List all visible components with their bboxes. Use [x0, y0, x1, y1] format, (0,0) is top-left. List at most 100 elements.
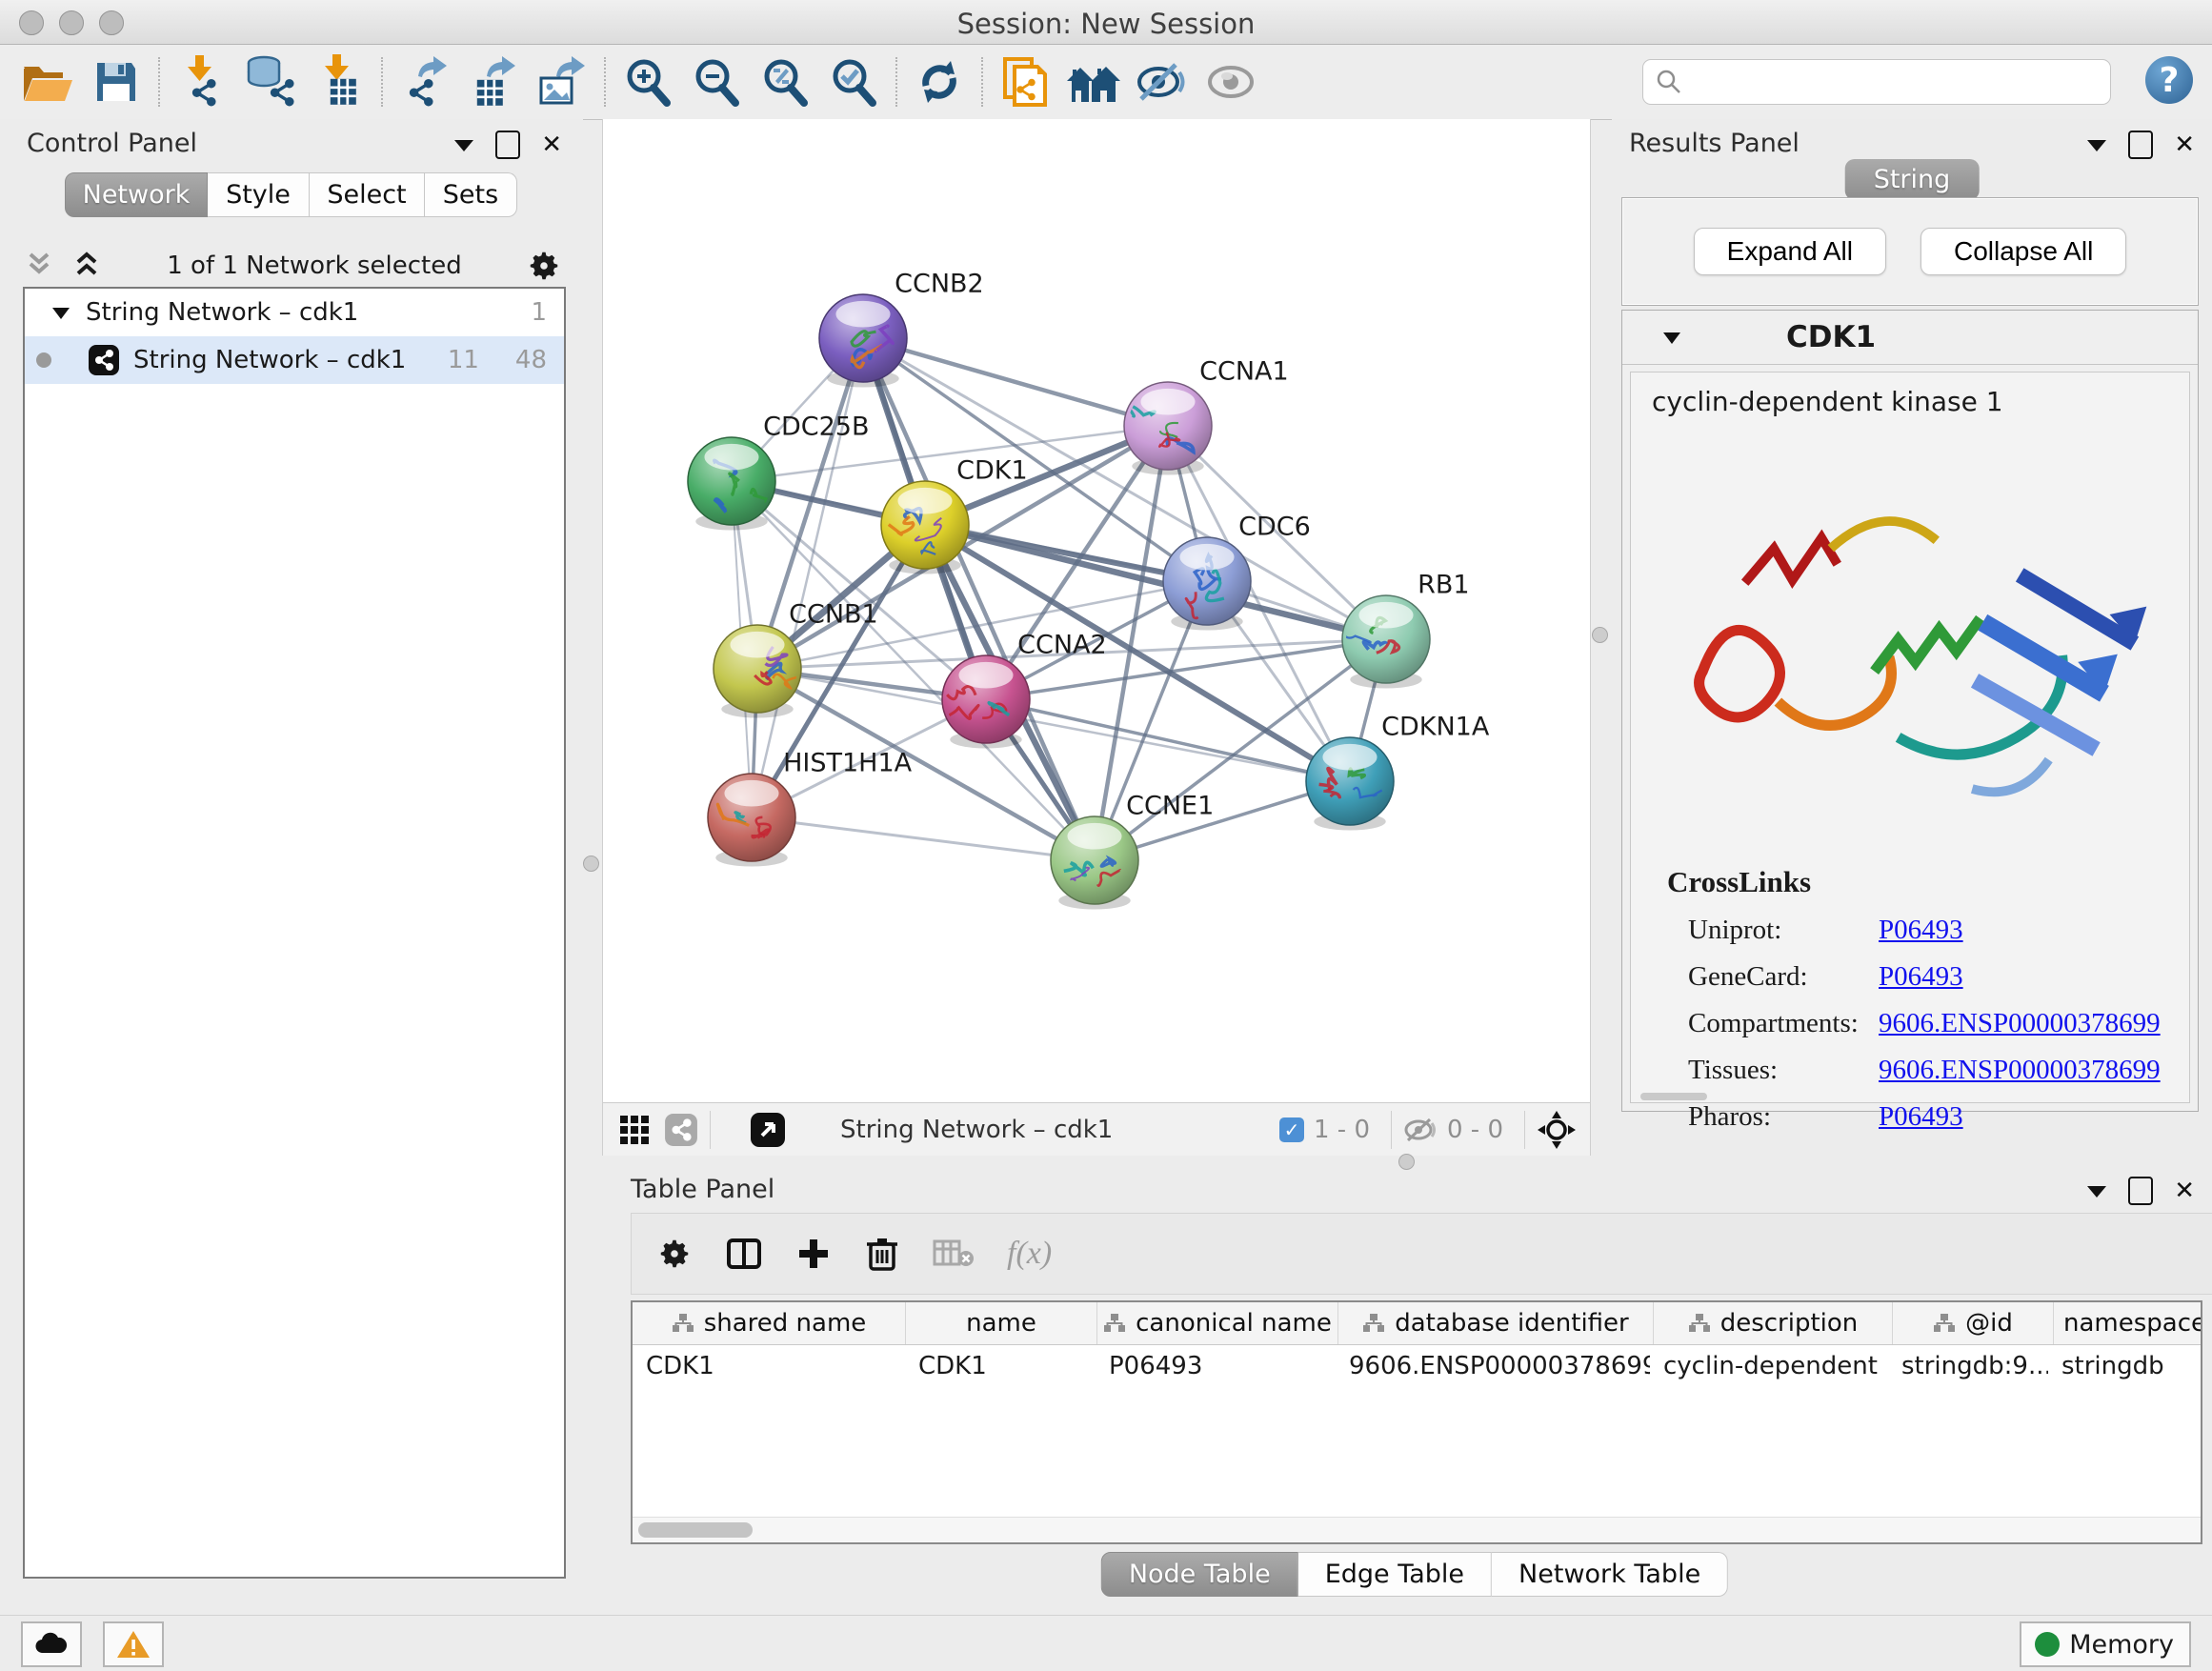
scrollbar-thumb[interactable]: [638, 1522, 753, 1538]
search-box[interactable]: [1642, 59, 2111, 105]
float-panel-icon[interactable]: [2128, 131, 2153, 159]
tab-select[interactable]: Select: [310, 172, 425, 217]
float-panel-icon[interactable]: [2128, 1177, 2153, 1205]
column-header-description[interactable]: description: [1654, 1302, 1893, 1344]
table-horizontal-scrollbar[interactable]: [633, 1517, 2201, 1542]
collapse-panel-icon[interactable]: [453, 137, 474, 152]
table-cell[interactable]: stringdb: [2048, 1345, 2201, 1387]
network-node-CCNE1[interactable]: CCNE1: [1051, 792, 1214, 910]
collapse-panel-icon[interactable]: [2086, 1183, 2107, 1198]
table-cell[interactable]: stringdb:9...: [1888, 1345, 2048, 1387]
column-header-namespace[interactable]: namespace: [2054, 1302, 2202, 1344]
tab-sets[interactable]: Sets: [425, 172, 517, 217]
network-node-CDC25B[interactable]: CDC25B: [688, 413, 869, 531]
show-columns-icon[interactable]: [725, 1235, 763, 1273]
crosslink-link[interactable]: 9606.ENSP00000378699: [1879, 1055, 2161, 1086]
memory-button[interactable]: Memory: [2020, 1621, 2191, 1667]
table-cell[interactable]: CDK1: [633, 1345, 905, 1387]
network-node-CDK1[interactable]: CDK1: [881, 456, 1028, 574]
selected-checkbox-icon[interactable]: ✓: [1279, 1117, 1304, 1142]
network-view-share-icon[interactable]: [664, 1113, 698, 1147]
tab-string[interactable]: String: [1845, 159, 1980, 200]
search-input[interactable]: [1693, 67, 2110, 97]
save-session-icon[interactable]: [82, 51, 151, 112]
delete-table-icon: [933, 1238, 975, 1270]
tab-network-table[interactable]: Network Table: [1492, 1552, 1728, 1597]
table-cell[interactable]: cyclin-dependent ...: [1650, 1345, 1888, 1387]
collapse-card-icon[interactable]: [1662, 331, 1681, 345]
home-icon[interactable]: [1059, 51, 1128, 112]
left-splitter-handle[interactable]: [583, 856, 599, 872]
bottom-splitter-handle[interactable]: [1398, 1154, 1415, 1170]
network-view-toolbar: String Network – cdk1 ✓ 1 - 0 0 - 0: [603, 1102, 1590, 1156]
column-header-database-identifier[interactable]: database identifier: [1338, 1302, 1654, 1344]
birds-eye-toggle-icon[interactable]: [1537, 1110, 1577, 1150]
grid-view-icon[interactable]: [618, 1114, 651, 1146]
cloud-button[interactable]: [21, 1621, 82, 1667]
collapse-panel-icon[interactable]: [2086, 137, 2107, 152]
crosslink-link[interactable]: P06493: [1879, 915, 1963, 946]
network-graph[interactable]: CCNB2 CCNA1 CDC25B CDK1 CDC6 RB1: [603, 119, 1590, 1103]
close-panel-icon[interactable]: ✕: [2174, 132, 2195, 157]
network-row-label: String Network – cdk1: [133, 346, 406, 374]
crosslinks-scrollbar[interactable]: [1640, 1093, 1707, 1100]
tree-expand-icon[interactable]: [51, 306, 70, 320]
import-network-icon[interactable]: [168, 51, 236, 112]
network-collection-row[interactable]: String Network – cdk1 1: [25, 289, 564, 336]
network-node-CCNB2[interactable]: CCNB2: [819, 270, 984, 388]
table-settings-gear-icon[interactable]: [656, 1236, 693, 1272]
toolbar-separator: [158, 57, 160, 107]
column-header-@id[interactable]: @id: [1893, 1302, 2054, 1344]
table-cell[interactable]: CDK1: [905, 1345, 1096, 1387]
clone-network-icon[interactable]: [991, 51, 1059, 112]
detach-view-icon[interactable]: [749, 1111, 787, 1149]
crosslink-link[interactable]: 9606.ENSP00000378699: [1879, 1008, 2161, 1039]
hide-selected-icon[interactable]: [1128, 51, 1196, 112]
float-panel-icon[interactable]: [495, 131, 520, 159]
warnings-button[interactable]: [103, 1621, 164, 1667]
network-row[interactable]: String Network – cdk1 11 48: [25, 336, 564, 384]
collapse-all-icon[interactable]: [23, 251, 55, 281]
expand-all-icon[interactable]: [70, 251, 103, 281]
export-image-icon[interactable]: [528, 51, 596, 112]
zoom-in-icon[interactable]: [613, 51, 682, 112]
delete-column-icon[interactable]: [864, 1235, 900, 1273]
crosslink-row: Uniprot: P06493: [1667, 915, 2189, 946]
tab-edge-table[interactable]: Edge Table: [1298, 1552, 1492, 1597]
export-network-icon[interactable]: [391, 51, 459, 112]
close-panel-icon[interactable]: ✕: [2174, 1178, 2195, 1203]
zoom-fit-icon[interactable]: [751, 51, 819, 112]
add-column-icon[interactable]: [795, 1236, 832, 1272]
column-header-canonical-name[interactable]: canonical name: [1097, 1302, 1338, 1344]
network-node-HIST1H1A[interactable]: HIST1H1A: [708, 749, 913, 867]
network-view-canvas[interactable]: CCNB2 CCNA1 CDC25B CDK1 CDC6 RB1: [602, 119, 1591, 1156]
import-table-icon[interactable]: [305, 51, 373, 112]
column-header-name[interactable]: name: [906, 1302, 1097, 1344]
import-network-database-icon[interactable]: [236, 51, 305, 112]
close-panel-icon[interactable]: ✕: [541, 132, 562, 157]
table-row[interactable]: CDK1CDK1P064939606.ENSP00000378699cyclin…: [633, 1345, 2201, 1387]
open-file-icon[interactable]: [13, 51, 82, 112]
tab-node-table[interactable]: Node Table: [1101, 1552, 1298, 1597]
crosslink-row: Pharos: P06493: [1667, 1101, 2189, 1133]
zoom-out-icon[interactable]: [682, 51, 751, 112]
export-table-icon[interactable]: [459, 51, 528, 112]
zoom-selected-icon[interactable]: [819, 51, 888, 112]
table-cell[interactable]: 9606.ENSP00000378699: [1336, 1345, 1650, 1387]
table-cell[interactable]: P06493: [1096, 1345, 1336, 1387]
expand-all-button[interactable]: Expand All: [1694, 228, 1886, 275]
current-network-name: String Network – cdk1: [840, 1116, 1113, 1144]
crosslink-link[interactable]: P06493: [1879, 1101, 1963, 1133]
network-node-CCNA1[interactable]: CCNA1: [1124, 357, 1289, 475]
crosslink-link[interactable]: P06493: [1879, 961, 1963, 993]
help-icon[interactable]: ?: [2145, 56, 2193, 104]
right-splitter-handle[interactable]: [1592, 627, 1608, 643]
network-node-CDKN1A[interactable]: CDKN1A: [1306, 713, 1490, 831]
collapse-all-button[interactable]: Collapse All: [1920, 228, 2126, 275]
column-header-shared-name[interactable]: shared name: [633, 1302, 906, 1344]
tab-style[interactable]: Style: [208, 172, 310, 217]
gear-icon[interactable]: [526, 248, 562, 284]
network-node-CCNB1[interactable]: CCNB1: [714, 600, 878, 718]
tab-network[interactable]: Network: [65, 172, 208, 217]
refresh-icon[interactable]: [905, 51, 974, 112]
